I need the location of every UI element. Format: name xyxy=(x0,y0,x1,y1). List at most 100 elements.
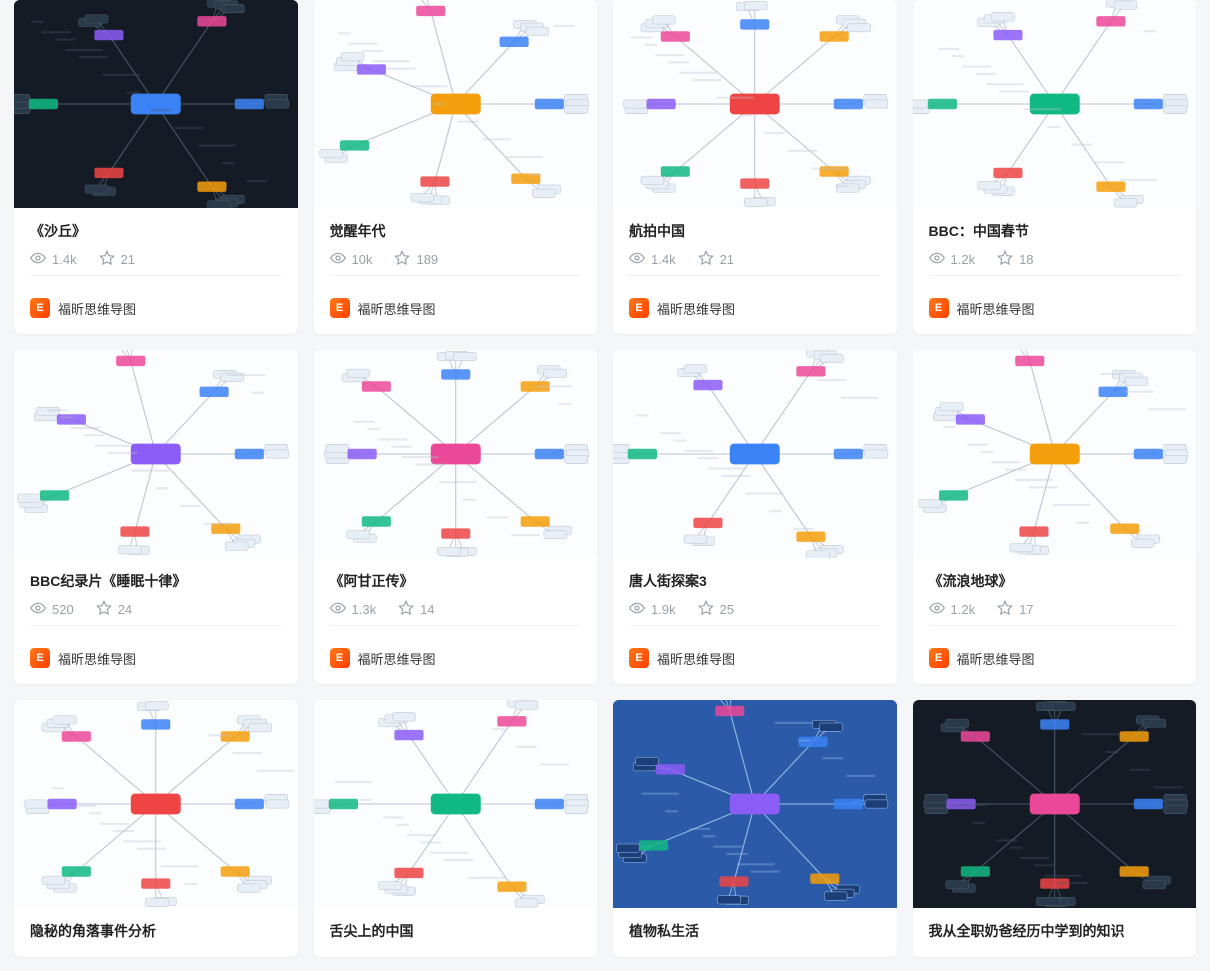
template-card[interactable]: 舌尖上的中国 xyxy=(314,700,598,956)
card-title: 《沙丘》 xyxy=(30,222,282,240)
views-stat: 1.4k xyxy=(30,250,77,269)
author-name: 福昕思维导图 xyxy=(58,299,136,318)
stars-stat: 18 xyxy=(997,250,1033,269)
template-card[interactable]: 唐人街探案3 1.9k25 E 福昕思维导图 xyxy=(613,350,897,684)
card-stats: 10k189 xyxy=(330,250,582,269)
views-stat: 1.3k xyxy=(330,600,377,619)
card-meta: 植物私生活 xyxy=(613,908,897,956)
card-title: 《流浪地球》 xyxy=(929,572,1181,590)
card-author[interactable]: E福昕思维导图 xyxy=(913,286,1197,334)
card-thumbnail xyxy=(913,0,1197,208)
card-meta: 《流浪地球》1.2k17 xyxy=(913,558,1197,625)
card-stats: 1.4k 21 xyxy=(30,250,282,269)
card-stats: 52024 xyxy=(30,600,282,619)
card-meta: 《沙丘》 1.4k 21 xyxy=(14,208,298,275)
card-author[interactable]: E福昕思维导图 xyxy=(314,286,598,334)
template-card[interactable]: 觉醒年代 10k189 E福昕思维导图 xyxy=(314,0,598,334)
card-stats: 1.4k21 xyxy=(629,250,881,269)
stars-value: 17 xyxy=(1019,602,1033,617)
card-meta: BBC：中国春节1.2k18 xyxy=(913,208,1197,275)
star-icon xyxy=(997,600,1013,619)
card-title: 唐人街探案3 xyxy=(629,572,881,590)
card-thumbnail xyxy=(613,0,897,208)
eye-icon xyxy=(330,250,346,269)
stars-value: 25 xyxy=(720,602,734,617)
eye-icon xyxy=(30,250,46,269)
views-value: 1.3k xyxy=(352,602,377,617)
card-title: BBC纪录片《睡眠十律》 xyxy=(30,572,282,590)
views-value: 1.4k xyxy=(52,252,77,267)
stars-value: 21 xyxy=(720,252,734,267)
divider xyxy=(330,275,582,276)
card-title: 舌尖上的中国 xyxy=(330,922,582,940)
stars-value: 18 xyxy=(1019,252,1033,267)
card-thumbnail xyxy=(14,700,298,908)
card-title: 植物私生活 xyxy=(629,922,881,940)
card-thumbnail xyxy=(613,700,897,908)
card-meta: BBC纪录片《睡眠十律》 52024 xyxy=(14,558,298,625)
card-author[interactable]: E 福昕思维导图 xyxy=(314,636,598,684)
template-card[interactable]: 植物私生活 xyxy=(613,700,897,956)
card-title: 觉醒年代 xyxy=(330,222,582,240)
views-value: 10k xyxy=(352,252,373,267)
template-card[interactable]: 我从全职奶爸经历中学到的知识 xyxy=(913,700,1197,956)
card-title: 我从全职奶爸经历中学到的知识 xyxy=(929,922,1181,940)
star-icon xyxy=(394,250,410,269)
template-card[interactable]: 《阿甘正传》 1.3k 14 E 福昕思维导图 xyxy=(314,350,598,684)
author-avatar: E xyxy=(629,648,649,668)
card-meta: 觉醒年代 10k189 xyxy=(314,208,598,275)
card-author[interactable]: E福昕思维导图 xyxy=(14,636,298,684)
card-meta: 唐人街探案3 1.9k25 xyxy=(613,558,897,625)
card-meta: 航拍中国 1.4k21 xyxy=(613,208,897,275)
card-thumbnail xyxy=(14,350,298,558)
template-card[interactable]: 航拍中国 1.4k21 E福昕思维导图 xyxy=(613,0,897,334)
author-avatar: E xyxy=(330,648,350,668)
divider xyxy=(629,275,881,276)
card-author[interactable]: E福昕思维导图 xyxy=(14,286,298,334)
template-card[interactable]: BBC：中国春节1.2k18E福昕思维导图 xyxy=(913,0,1197,334)
author-name: 福昕思维导图 xyxy=(957,649,1035,668)
author-avatar: E xyxy=(929,648,949,668)
template-card[interactable]: 隐秘的角落事件分析 xyxy=(14,700,298,956)
author-avatar: E xyxy=(30,648,50,668)
card-thumbnail xyxy=(314,0,598,208)
card-thumbnail xyxy=(613,350,897,558)
template-card[interactable]: 《流浪地球》1.2k17 E 福昕思维导图 xyxy=(913,350,1197,684)
star-icon xyxy=(99,250,115,269)
card-title: 隐秘的角落事件分析 xyxy=(30,922,282,940)
template-card[interactable]: BBC纪录片《睡眠十律》 52024 E福昕思维导图 xyxy=(14,350,298,684)
card-thumbnail xyxy=(314,700,598,908)
views-stat: 520 xyxy=(30,600,74,619)
star-icon xyxy=(698,600,714,619)
card-thumbnail xyxy=(14,0,298,208)
stars-stat: 25 xyxy=(698,600,734,619)
stars-stat: 17 xyxy=(997,600,1033,619)
card-thumbnail xyxy=(913,700,1197,908)
card-meta: 隐秘的角落事件分析 xyxy=(14,908,298,956)
card-thumbnail xyxy=(314,350,598,558)
views-value: 1.2k xyxy=(951,252,976,267)
divider xyxy=(929,275,1181,276)
divider xyxy=(330,625,582,626)
eye-icon xyxy=(929,600,945,619)
stars-value: 14 xyxy=(420,602,434,617)
author-name: 福昕思维导图 xyxy=(657,649,735,668)
divider xyxy=(629,625,881,626)
views-stat: 1.2k xyxy=(929,250,976,269)
author-name: 福昕思维导图 xyxy=(358,649,436,668)
author-avatar: E xyxy=(929,298,949,318)
card-meta: 《阿甘正传》 1.3k 14 xyxy=(314,558,598,625)
stars-stat: 21 xyxy=(698,250,734,269)
card-author[interactable]: E福昕思维导图 xyxy=(613,286,897,334)
card-stats: 1.9k25 xyxy=(629,600,881,619)
card-title: 《阿甘正传》 xyxy=(330,572,582,590)
card-author[interactable]: E 福昕思维导图 xyxy=(613,636,897,684)
views-value: 520 xyxy=(52,602,74,617)
card-author[interactable]: E 福昕思维导图 xyxy=(913,636,1197,684)
stars-value: 21 xyxy=(121,252,135,267)
card-stats: 1.3k 14 xyxy=(330,600,582,619)
star-icon xyxy=(997,250,1013,269)
card-meta: 舌尖上的中国 xyxy=(314,908,598,956)
card-title: 航拍中国 xyxy=(629,222,881,240)
template-card[interactable]: 《沙丘》 1.4k 21 E福昕思维导图 xyxy=(14,0,298,334)
